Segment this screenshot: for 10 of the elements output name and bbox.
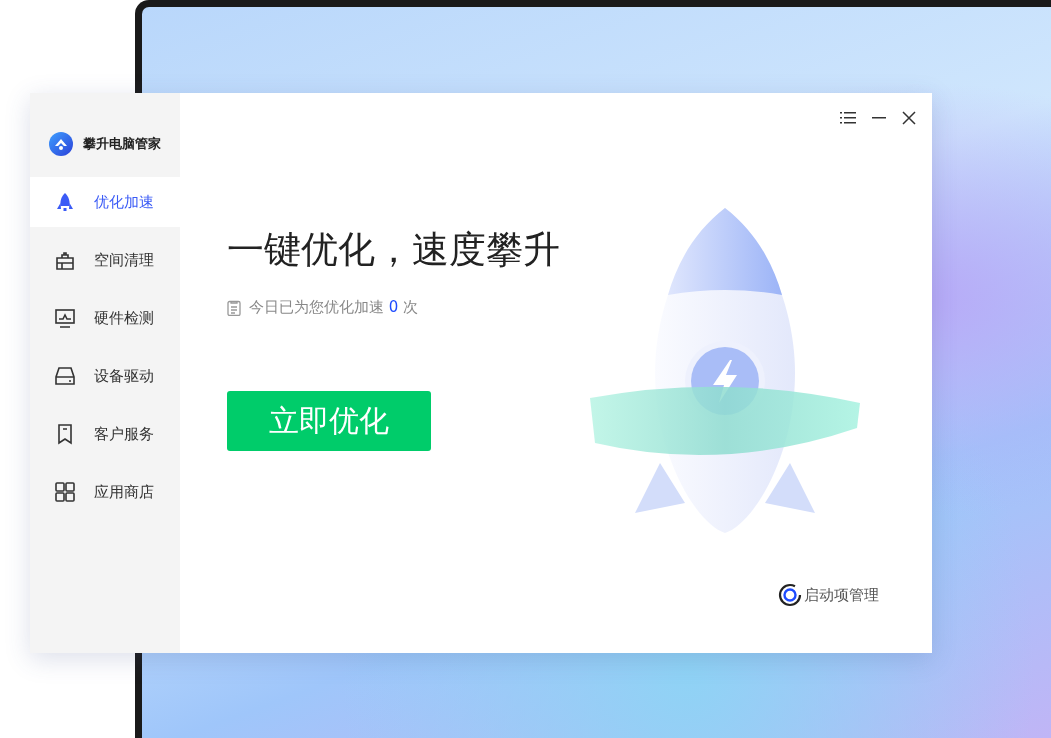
sidebar-item[interactable]: 应用商店 bbox=[30, 467, 180, 517]
startup-manager-link[interactable]: 启动项管理 bbox=[778, 583, 879, 607]
sidebar-item[interactable]: 空间清理 bbox=[30, 235, 180, 285]
headline: 一键优化，速度攀升 bbox=[227, 228, 561, 273]
optimization-count-text: 今日已为您优化加速 0 次 bbox=[249, 297, 419, 319]
sidebar-item[interactable]: 优化加速 bbox=[30, 177, 180, 227]
sidebar-item[interactable]: 设备驱动 bbox=[30, 351, 180, 401]
app-title: 攀升电脑管家 bbox=[83, 135, 161, 154]
sidebar-item[interactable]: 客户服务 bbox=[30, 409, 180, 459]
sidebar-item[interactable]: 硬件检测 bbox=[30, 293, 180, 343]
